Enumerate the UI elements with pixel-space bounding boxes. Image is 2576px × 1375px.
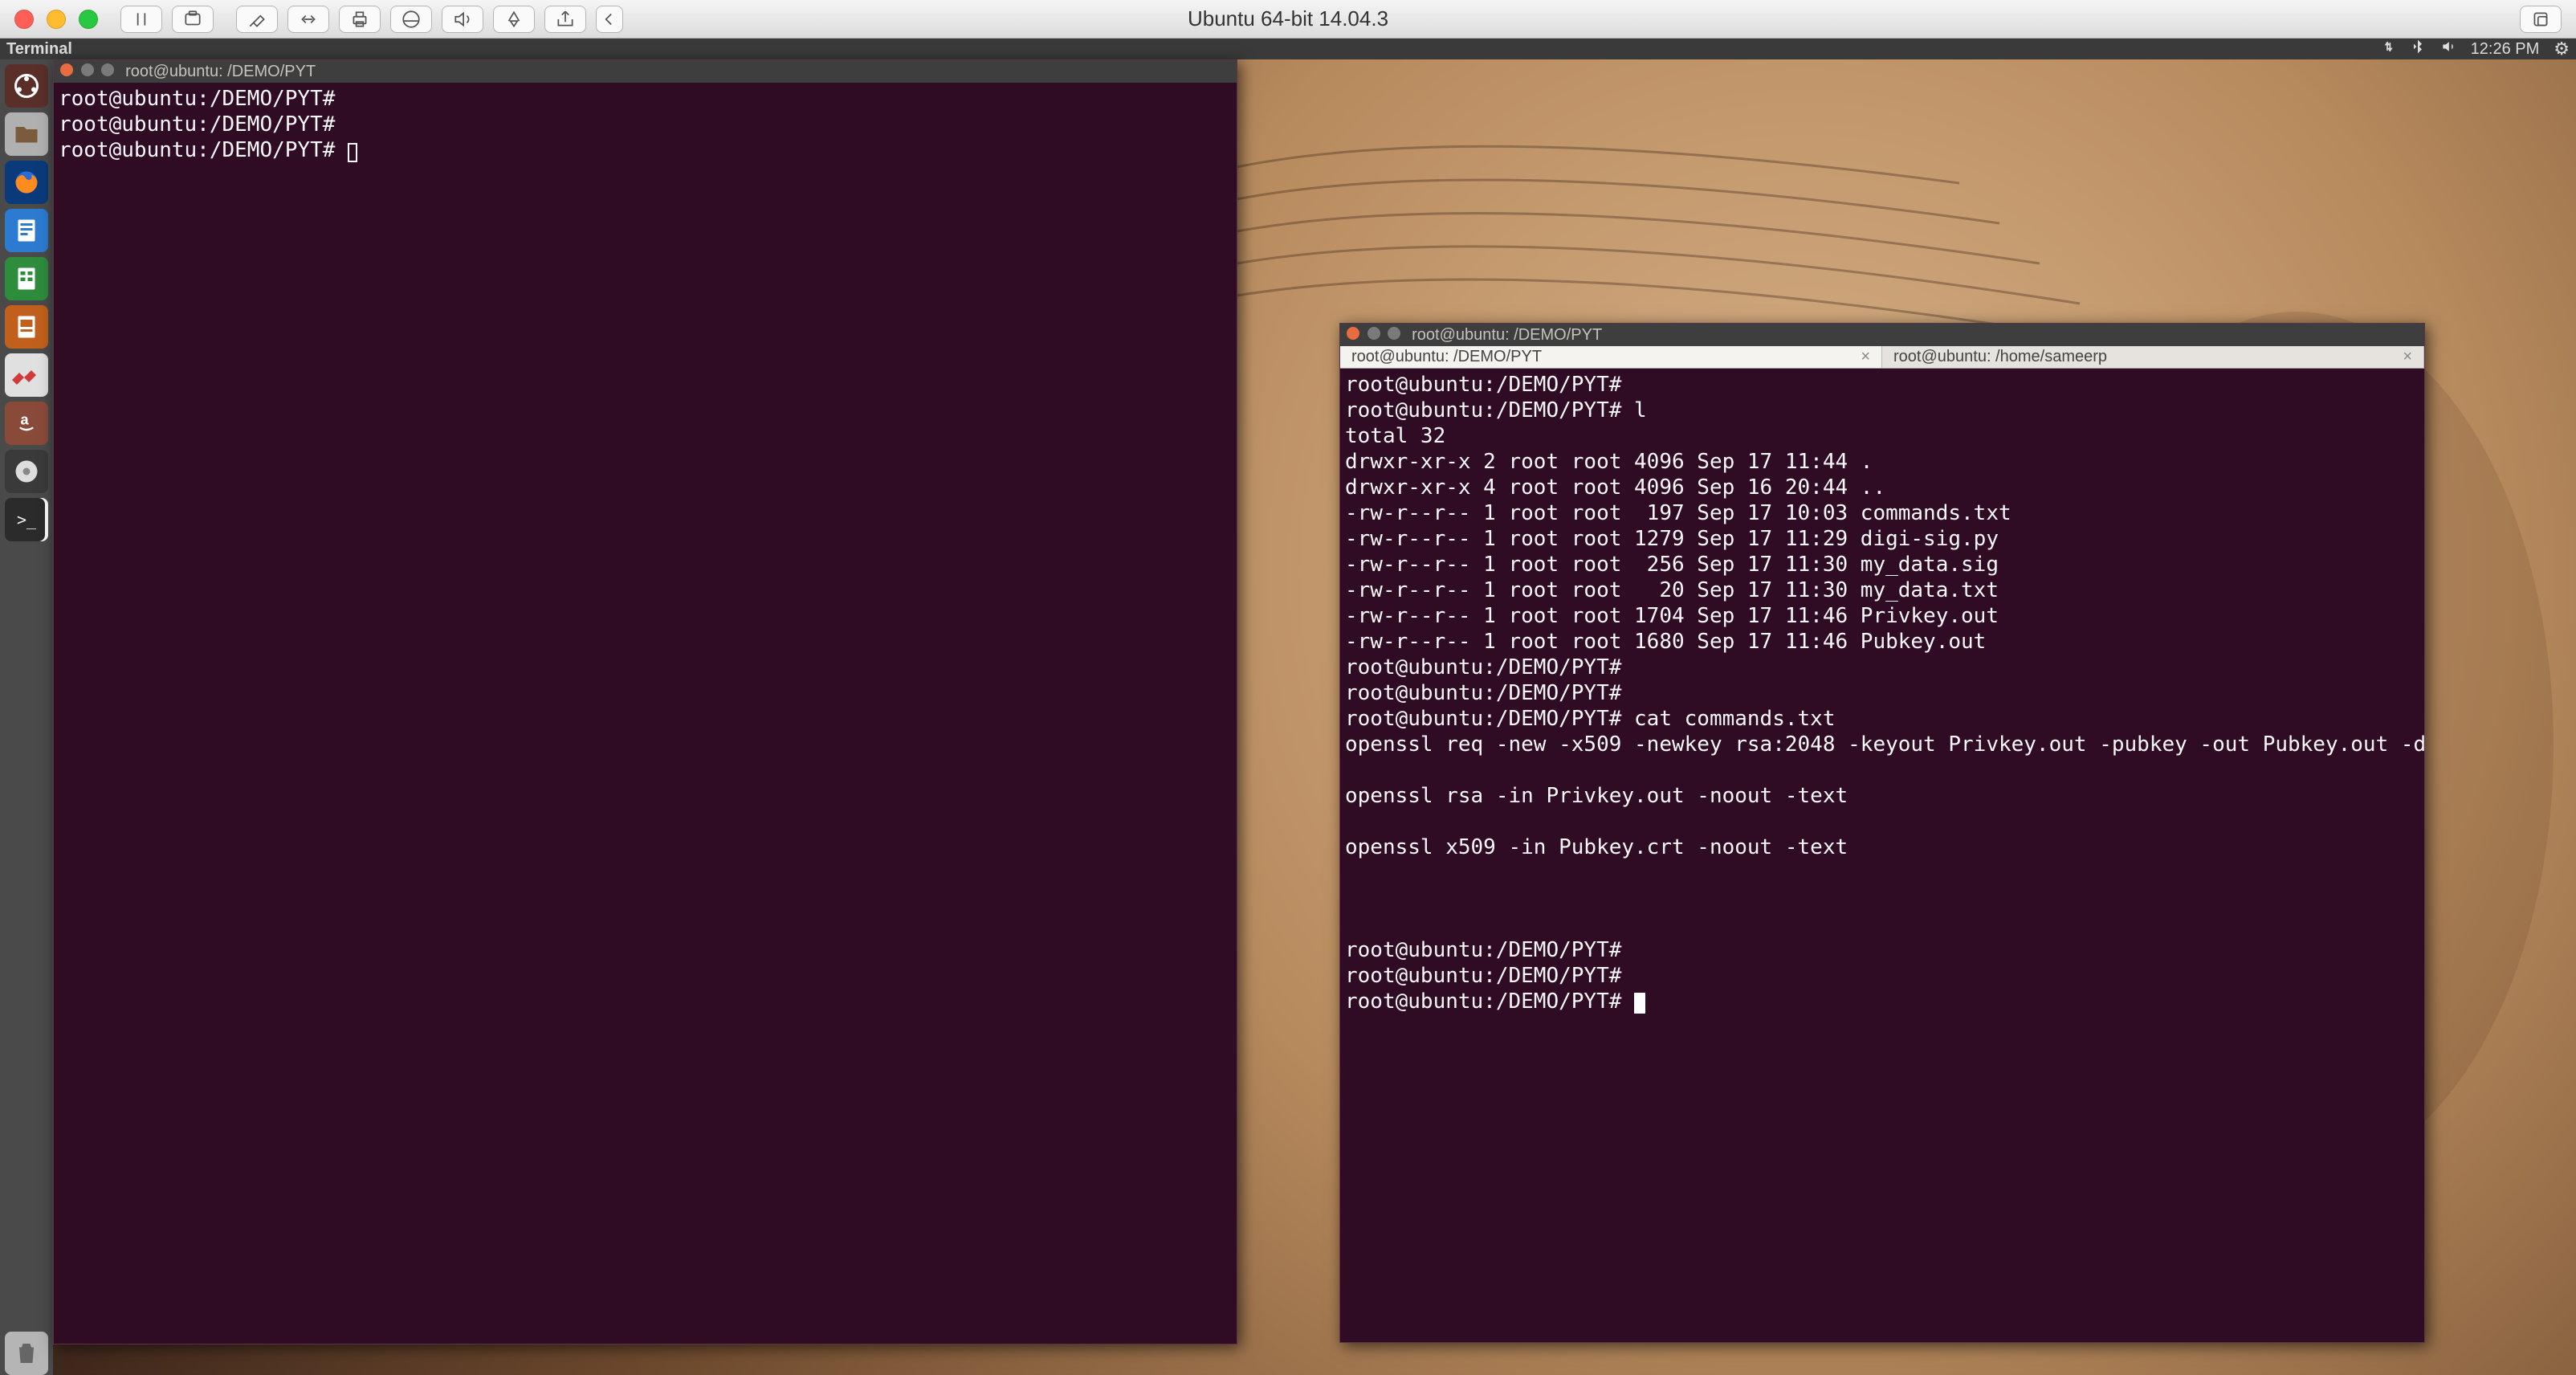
volume-icon[interactable] <box>2440 39 2456 59</box>
tab-label: root@ubuntu: /home/sameerp <box>1893 348 2107 366</box>
active-app-label: Terminal <box>6 40 72 59</box>
pause-vm-button[interactable] <box>120 6 162 33</box>
terminal-1-cursor <box>348 143 357 162</box>
terminal-1-window-controls <box>60 63 117 81</box>
terminal-2-line: root@ubuntu:/DEMO/PYT# <box>1345 964 1621 988</box>
terminal-2-close-icon[interactable] <box>1347 327 1359 340</box>
terminal-1-max-icon[interactable] <box>101 63 114 76</box>
writer-icon[interactable] <box>5 209 48 252</box>
terminal-2-tab-1[interactable]: root@ubuntu: /DEMO/PYT × <box>1340 346 1882 368</box>
indicator-area: 12:26 PM ⚙ <box>2379 39 2570 59</box>
terminal-2-line: -rw-r--r-- 1 root root 197 Sep 17 10:03 … <box>1345 501 2011 525</box>
tab-close-icon[interactable]: × <box>1861 348 1870 366</box>
terminal-2-tab-2[interactable]: root@ubuntu: /home/sameerp × <box>1882 346 2424 368</box>
clock[interactable]: 12:26 PM <box>2471 40 2540 59</box>
terminal-2-max-icon[interactable] <box>1388 327 1400 340</box>
terminal-2-line: drwxr-xr-x 4 root root 4096 Sep 16 20:44… <box>1345 475 1885 500</box>
terminal-window-1[interactable]: root@ubuntu: /DEMO/PYT root@ubuntu:/DEMO… <box>53 59 1237 1344</box>
top-menubar[interactable]: Terminal 12:26 PM ⚙ <box>0 39 2576 59</box>
audio-button[interactable] <box>442 6 483 33</box>
network-icon[interactable] <box>2379 39 2395 59</box>
terminal-2-tabbar: root@ubuntu: /DEMO/PYT × root@ubuntu: /h… <box>1340 346 2424 369</box>
settings-button[interactable] <box>236 6 278 33</box>
terminal-1-min-icon[interactable] <box>81 63 94 76</box>
terminal-2-line: root@ubuntu:/DEMO/PYT# cat commands.txt <box>1345 707 1835 731</box>
terminal-2-line: openssl x509 -in Pubkey.crt -noout -text <box>1345 835 1848 859</box>
gear-icon[interactable]: ⚙ <box>2554 39 2570 59</box>
tab-close-icon[interactable]: × <box>2403 348 2412 366</box>
vm-device-group <box>236 6 623 33</box>
host-titlebar: Ubuntu 64-bit 14.04.3 <box>0 0 2576 39</box>
terminal-2-line: -rw-r--r-- 1 root root 1279 Sep 17 11:29… <box>1345 527 1999 551</box>
files-icon[interactable] <box>5 112 48 156</box>
terminal-2-line: total 32 <box>1345 424 1445 448</box>
terminal-1-title: root@ubuntu: /DEMO/PYT <box>125 63 316 81</box>
bluetooth-icon[interactable] <box>2410 39 2426 59</box>
terminal-2-line: drwxr-xr-x 2 root root 4096 Sep 17 11:44… <box>1345 450 1873 474</box>
terminal-2-line: -rw-r--r-- 1 root root 20 Sep 17 11:30 m… <box>1345 578 1999 602</box>
terminal-2-line: root@ubuntu:/DEMO/PYT# l <box>1345 398 1647 422</box>
dvd-icon[interactable] <box>5 450 48 493</box>
terminal-2-cursor <box>1634 993 1645 1014</box>
dash-icon[interactable] <box>5 64 48 108</box>
terminal-2-line: root@ubuntu:/DEMO/PYT# <box>1345 989 1634 1014</box>
zoom-button[interactable] <box>79 10 98 29</box>
tab-label: root@ubuntu: /DEMO/PYT <box>1351 348 1542 366</box>
terminal-2-line: root@ubuntu:/DEMO/PYT# <box>1345 373 1621 397</box>
amazon-icon[interactable]: a <box>5 402 48 445</box>
snapshot-button[interactable] <box>172 6 214 33</box>
terminal-2-line: root@ubuntu:/DEMO/PYT# <box>1345 938 1621 962</box>
terminal-1-body[interactable]: root@ubuntu:/DEMO/PYT# root@ubuntu:/DEMO… <box>54 83 1237 1344</box>
terminal-icon[interactable]: >_ <box>5 498 48 541</box>
usb-button[interactable] <box>493 6 535 33</box>
display-button[interactable] <box>390 6 432 33</box>
trash-icon[interactable] <box>5 1332 48 1375</box>
vm-title: Ubuntu 64-bit 14.04.3 <box>1188 6 1388 31</box>
terminal-2-line: openssl rsa -in Privkey.out -noout -text <box>1345 784 1848 808</box>
svg-text:a: a <box>21 412 30 428</box>
fullscreen-button[interactable] <box>2520 6 2562 33</box>
terminal-1-titlebar[interactable]: root@ubuntu: /DEMO/PYT <box>54 60 1237 83</box>
terminal-2-line: -rw-r--r-- 1 root root 256 Sep 17 11:30 … <box>1345 553 1999 577</box>
terminal-2-min-icon[interactable] <box>1367 327 1380 340</box>
terminal-1-line: root@ubuntu:/DEMO/PYT# <box>59 138 348 162</box>
host-right-controls <box>2520 6 2562 33</box>
close-button[interactable] <box>14 10 34 29</box>
terminal-2-window-controls <box>1347 326 1404 345</box>
terminal-2-line: openssl req -new -x509 -newkey rsa:2048 … <box>1345 732 2424 757</box>
terminal-2-line: root@ubuntu:/DEMO/PYT# <box>1345 655 1621 679</box>
terminal-2-title: root@ubuntu: /DEMO/PYT <box>1412 326 1602 345</box>
terminal-1-line: root@ubuntu:/DEMO/PYT# <box>59 87 335 111</box>
settings-app-icon[interactable] <box>5 353 48 397</box>
resize-button[interactable] <box>287 6 329 33</box>
firefox-icon[interactable] <box>5 161 48 204</box>
minimize-button[interactable] <box>47 10 66 29</box>
terminal-2-line: -rw-r--r-- 1 root root 1680 Sep 17 11:46… <box>1345 630 1986 654</box>
terminal-window-2[interactable]: root@ubuntu: /DEMO/PYT root@ubuntu: /DEM… <box>1339 323 2425 1343</box>
back-button[interactable] <box>596 6 623 33</box>
calc-icon[interactable] <box>5 257 48 300</box>
window-controls <box>14 10 98 29</box>
terminal-2-body[interactable]: root@ubuntu:/DEMO/PYT# root@ubuntu:/DEMO… <box>1340 369 2424 1342</box>
unity-launcher[interactable]: a >_ <box>0 59 53 1375</box>
terminal-1-line: root@ubuntu:/DEMO/PYT# <box>59 112 335 137</box>
impress-icon[interactable] <box>5 305 48 349</box>
printer-button[interactable] <box>339 6 381 33</box>
terminal-2-line: root@ubuntu:/DEMO/PYT# <box>1345 681 1621 705</box>
guest-desktop[interactable]: Terminal 12:26 PM ⚙ a >_ ro <box>0 39 2576 1375</box>
terminal-2-line: -rw-r--r-- 1 root root 1704 Sep 17 11:46… <box>1345 604 1999 628</box>
share-button[interactable] <box>544 6 586 33</box>
vm-control-group <box>120 6 214 33</box>
terminal-1-close-icon[interactable] <box>60 63 73 76</box>
terminal-2-titlebar[interactable]: root@ubuntu: /DEMO/PYT <box>1340 324 2424 346</box>
